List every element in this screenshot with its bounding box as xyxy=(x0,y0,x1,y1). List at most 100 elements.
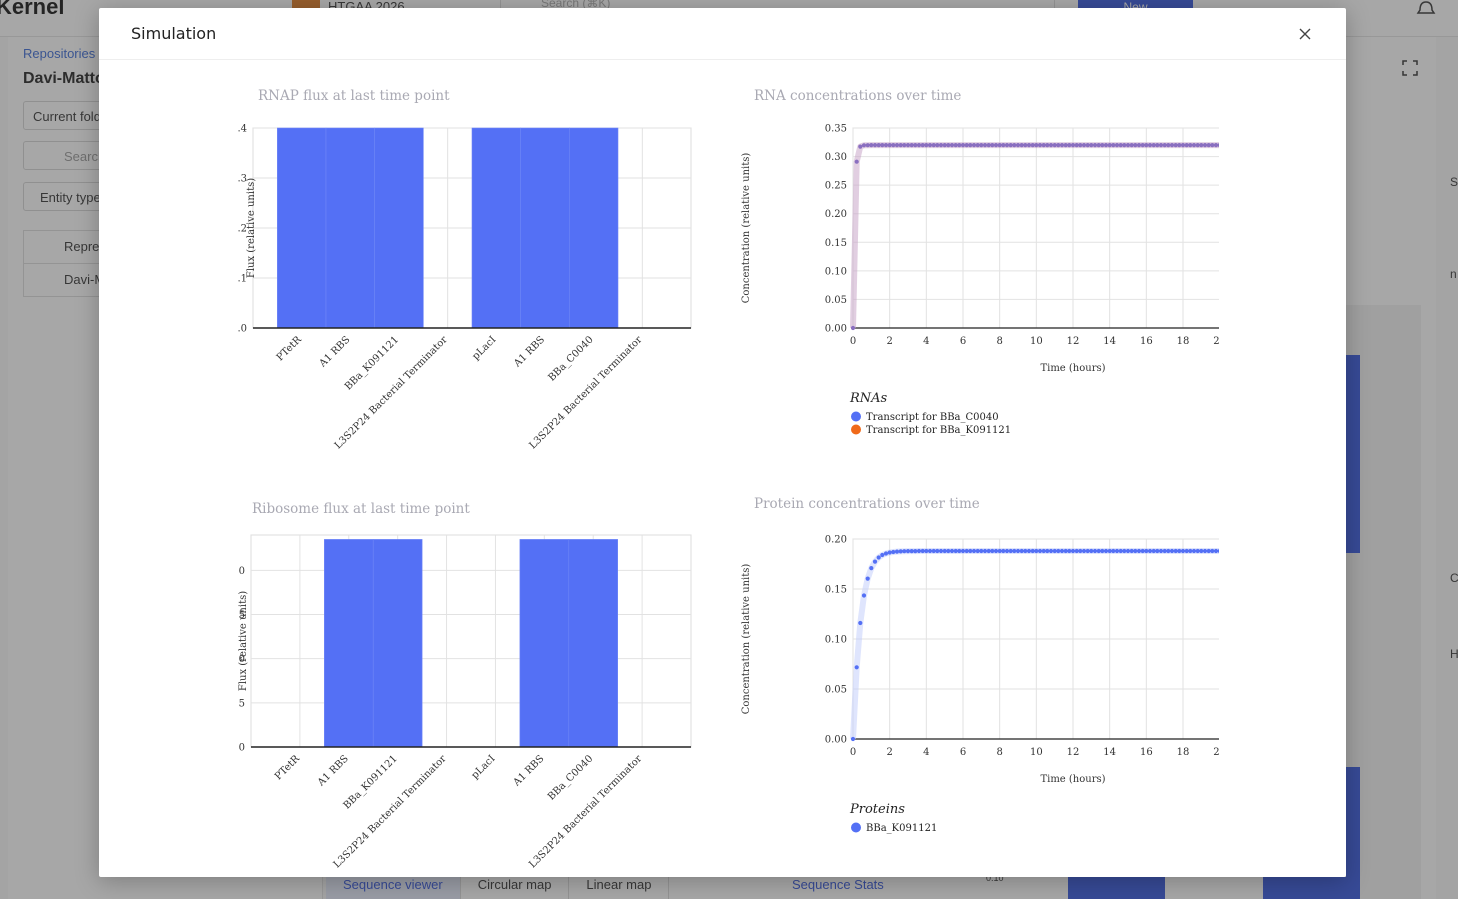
x-tick-label: 20 xyxy=(1213,747,1219,758)
x-tick-label: 6 xyxy=(960,747,966,758)
data-point xyxy=(1213,548,1219,554)
data-point xyxy=(968,548,973,554)
data-point xyxy=(982,548,988,554)
data-point xyxy=(1089,143,1094,148)
data-point xyxy=(986,143,991,148)
data-point xyxy=(1155,548,1160,554)
data-point xyxy=(920,143,925,148)
data-point xyxy=(1125,143,1131,148)
x-tick-label: PTetR xyxy=(275,334,304,363)
bar xyxy=(277,127,327,329)
data-point xyxy=(1015,143,1021,148)
data-point xyxy=(858,144,863,149)
data-point xyxy=(1195,548,1200,554)
data-point xyxy=(1004,548,1010,554)
data-point xyxy=(1114,143,1120,148)
data-point xyxy=(971,548,977,554)
data-point xyxy=(1210,548,1215,554)
legend-item: Transcript for BBa_C0040 xyxy=(866,412,999,423)
x-tick-label: 14 xyxy=(1103,336,1116,347)
data-point xyxy=(880,552,885,558)
chart-title-ribosome: Ribosome flux at last time point xyxy=(252,501,470,517)
data-point xyxy=(865,143,870,148)
data-point xyxy=(1173,548,1178,554)
data-point xyxy=(1008,548,1013,554)
data-point xyxy=(869,143,874,148)
data-point xyxy=(1015,548,1021,554)
data-point xyxy=(1199,143,1204,148)
data-point xyxy=(1103,143,1109,148)
data-point xyxy=(1063,143,1068,148)
bar xyxy=(568,539,618,748)
legend-swatch xyxy=(851,822,861,833)
close-icon[interactable] xyxy=(1295,24,1315,44)
data-point xyxy=(1206,143,1211,148)
data-point xyxy=(931,548,936,554)
data-point xyxy=(1001,143,1006,148)
data-point xyxy=(990,143,995,148)
data-point xyxy=(1213,143,1219,148)
data-point xyxy=(850,736,856,742)
y-tick-label: 0.15 xyxy=(825,238,847,249)
data-point xyxy=(942,548,947,554)
x-tick-label: 4 xyxy=(923,747,929,758)
data-point xyxy=(990,548,995,554)
data-point xyxy=(953,548,958,554)
data-point xyxy=(1188,143,1193,148)
data-point xyxy=(1180,143,1186,148)
data-point xyxy=(1166,548,1171,554)
x-tick-label: 2 xyxy=(886,336,892,347)
data-point xyxy=(865,576,870,581)
data-point xyxy=(953,143,958,148)
data-point xyxy=(1012,548,1017,554)
data-point xyxy=(1052,548,1057,554)
bar xyxy=(520,127,570,329)
data-point xyxy=(1078,548,1083,554)
data-point xyxy=(1118,143,1123,148)
data-point xyxy=(1074,548,1079,554)
data-point xyxy=(971,143,977,148)
data-point xyxy=(997,548,1002,554)
data-point xyxy=(1140,143,1145,148)
data-point xyxy=(894,549,900,554)
x-tick-label: BBa_C0040 xyxy=(546,753,595,802)
y-tick-label: 0.25 xyxy=(825,181,847,192)
data-point xyxy=(1056,143,1061,148)
data-point xyxy=(938,143,944,148)
data-point xyxy=(1144,548,1149,554)
x-tick-label: pLacI xyxy=(470,334,498,362)
data-point xyxy=(1136,548,1142,554)
data-point xyxy=(887,550,892,555)
bar xyxy=(372,539,423,748)
y-axis-label: Flux (relative units) xyxy=(238,591,249,691)
data-point xyxy=(1063,548,1068,554)
data-point xyxy=(979,143,984,148)
x-tick-label: pLacI xyxy=(470,753,498,781)
data-point xyxy=(1008,143,1013,148)
legend-swatch xyxy=(851,411,861,422)
data-point xyxy=(927,548,933,554)
data-point xyxy=(1158,143,1164,148)
data-point xyxy=(1180,548,1186,554)
data-point xyxy=(1169,548,1175,554)
y-tick-label: 0.05 xyxy=(825,295,847,306)
data-point xyxy=(1100,548,1105,554)
data-point xyxy=(1147,143,1153,148)
data-point xyxy=(1041,143,1046,148)
y-axis-label: Concentration (relative units) xyxy=(741,153,752,304)
legend-item: BBa_K091121 xyxy=(866,823,937,834)
y-tick-label: 0.05 xyxy=(825,685,847,696)
data-point xyxy=(1100,143,1105,148)
y-tick-label: 0.00 xyxy=(825,324,847,335)
data-point xyxy=(1177,143,1182,148)
data-point xyxy=(935,143,940,148)
data-point xyxy=(1162,548,1167,554)
data-point xyxy=(1210,143,1215,148)
data-point xyxy=(872,143,878,148)
data-point xyxy=(858,620,863,626)
y-tick-label: 0.10 xyxy=(825,266,847,277)
data-point xyxy=(1147,548,1153,554)
data-point xyxy=(1085,143,1090,148)
data-point xyxy=(1107,143,1112,148)
data-point xyxy=(861,143,867,148)
